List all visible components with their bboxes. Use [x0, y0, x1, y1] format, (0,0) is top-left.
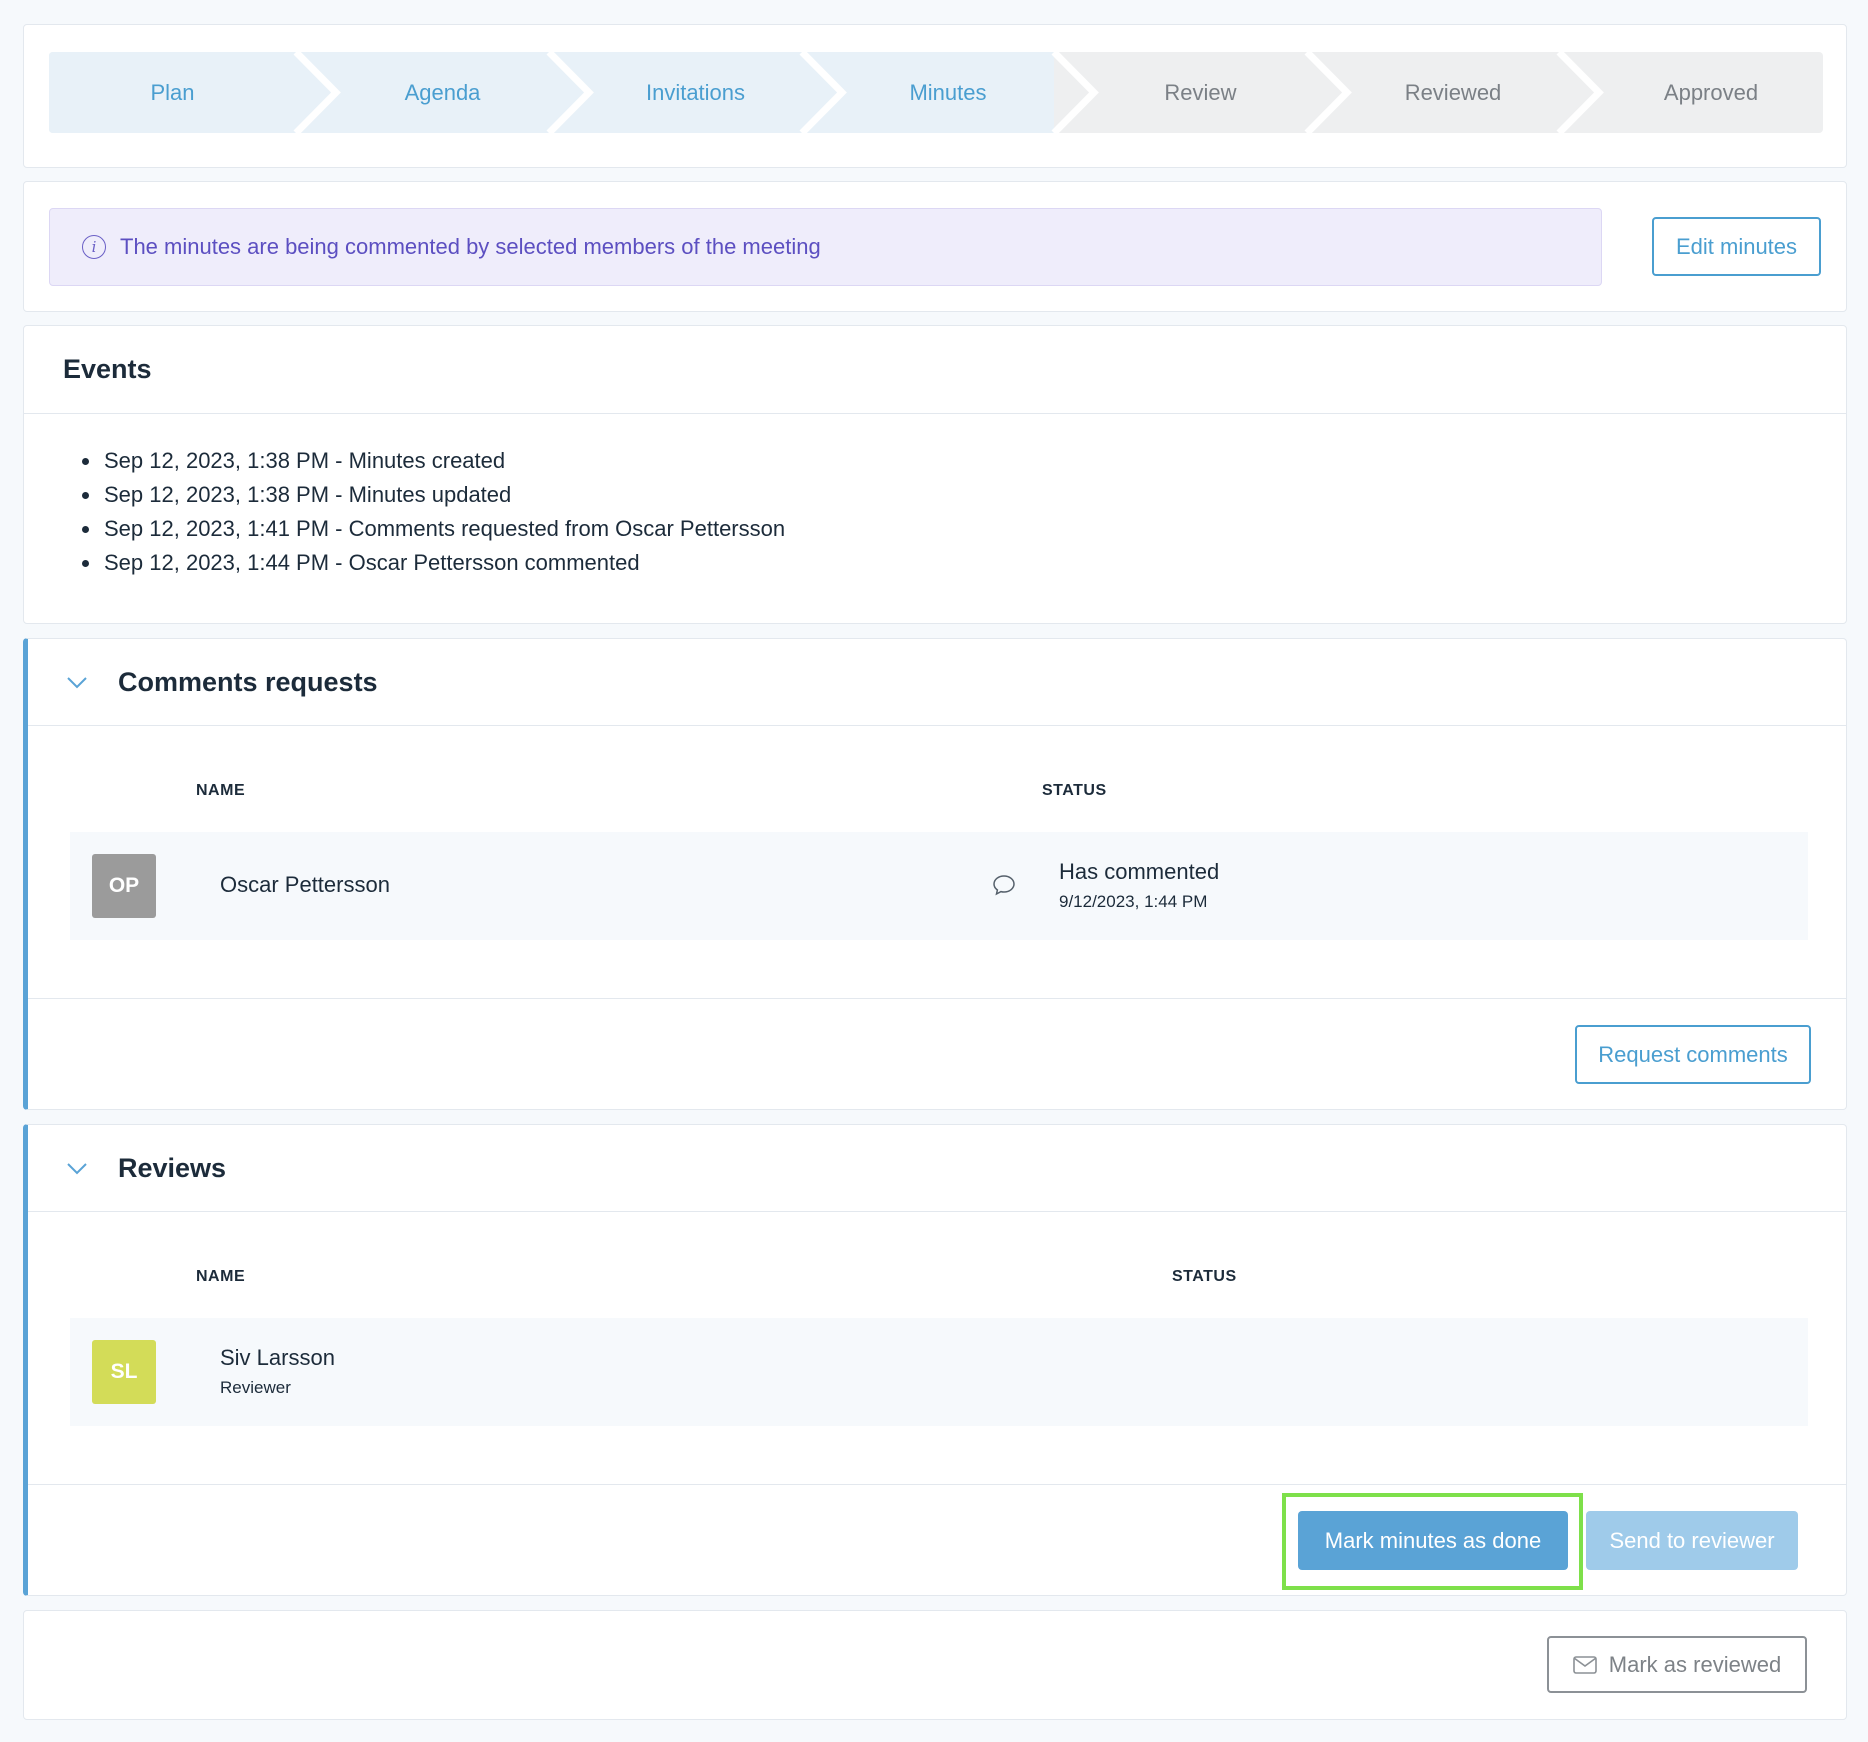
comments-requests-card: Comments requests NAME STATUS OP Oscar P… [23, 638, 1847, 1110]
avatar: OP [92, 854, 156, 918]
status-card: i The minutes are being commented by sel… [23, 181, 1847, 312]
event-item: Sep 12, 2023, 1:41 PM - Comments request… [82, 512, 1846, 546]
events-header: Events [24, 326, 1846, 414]
reviews-card: Reviews NAME STATUS SL Siv Larsson Revie… [23, 1124, 1847, 1596]
info-icon: i [82, 235, 106, 259]
events-list: Sep 12, 2023, 1:38 PM - Minutes created … [24, 414, 1846, 580]
step-review[interactable]: Review [1094, 52, 1307, 133]
edit-minutes-button[interactable]: Edit minutes [1652, 217, 1821, 276]
status-text: Has commented [1059, 859, 1220, 884]
event-item: Sep 12, 2023, 1:44 PM - Oscar Pettersson… [82, 546, 1846, 580]
step-minutes[interactable]: Minutes [842, 52, 1054, 133]
column-header-status: STATUS [1172, 1268, 1237, 1285]
column-header-name: NAME [196, 1268, 246, 1285]
avatar: SL [92, 1340, 156, 1404]
column-header-status: STATUS [1042, 782, 1107, 799]
progress-steps: Plan Agenda Invitations Minutes Review R… [49, 52, 1823, 133]
table-row: OP Oscar Pettersson Has commented 9/12/2… [70, 832, 1808, 940]
send-to-reviewer-button[interactable]: Send to reviewer [1586, 1511, 1798, 1570]
row-role: Reviewer [220, 1378, 291, 1397]
row-name: Oscar Pettersson [220, 872, 390, 897]
step-reviewed[interactable]: Reviewed [1347, 52, 1559, 133]
review-actions-card: Mark as reviewed [23, 1610, 1847, 1720]
chevron-down-icon[interactable] [64, 669, 90, 695]
event-item: Sep 12, 2023, 1:38 PM - Minutes created [82, 444, 1846, 478]
progress-steps-card: Plan Agenda Invitations Minutes Review R… [23, 24, 1847, 168]
column-header-name: NAME [196, 782, 246, 799]
mark-as-reviewed-button[interactable]: Mark as reviewed [1547, 1636, 1807, 1693]
mark-as-reviewed-label: Mark as reviewed [1608, 1651, 1782, 1677]
step-agenda[interactable]: Agenda [336, 52, 549, 133]
events-card: Events Sep 12, 2023, 1:38 PM - Minutes c… [23, 325, 1847, 624]
chevron-down-icon[interactable] [64, 1155, 90, 1181]
comments-requests-title: Comments requests [118, 666, 378, 697]
comments-requests-footer: Request comments [28, 998, 1846, 1110]
request-comments-button[interactable]: Request comments [1575, 1025, 1811, 1084]
info-banner: i The minutes are being commented by sel… [49, 208, 1602, 286]
comment-icon [993, 875, 1015, 896]
event-item: Sep 12, 2023, 1:38 PM - Minutes updated [82, 478, 1846, 512]
reviews-footer: Mark minutes as done Send to reviewer [28, 1484, 1846, 1596]
events-title: Events [63, 354, 152, 384]
status-timestamp: 9/12/2023, 1:44 PM [1059, 892, 1208, 911]
mail-icon [1572, 1655, 1597, 1674]
table-row: SL Siv Larsson Reviewer [70, 1318, 1808, 1426]
step-approved[interactable]: Approved [1599, 52, 1823, 133]
step-invitations[interactable]: Invitations [589, 52, 802, 133]
reviews-title: Reviews [118, 1152, 227, 1183]
step-plan[interactable]: Plan [49, 52, 296, 133]
info-message: The minutes are being commented by selec… [120, 234, 821, 259]
reviews-header[interactable]: Reviews [28, 1125, 1846, 1212]
mark-minutes-done-button[interactable]: Mark minutes as done [1298, 1511, 1568, 1570]
comments-requests-header[interactable]: Comments requests [28, 639, 1846, 726]
row-name: Siv Larsson [220, 1345, 335, 1370]
